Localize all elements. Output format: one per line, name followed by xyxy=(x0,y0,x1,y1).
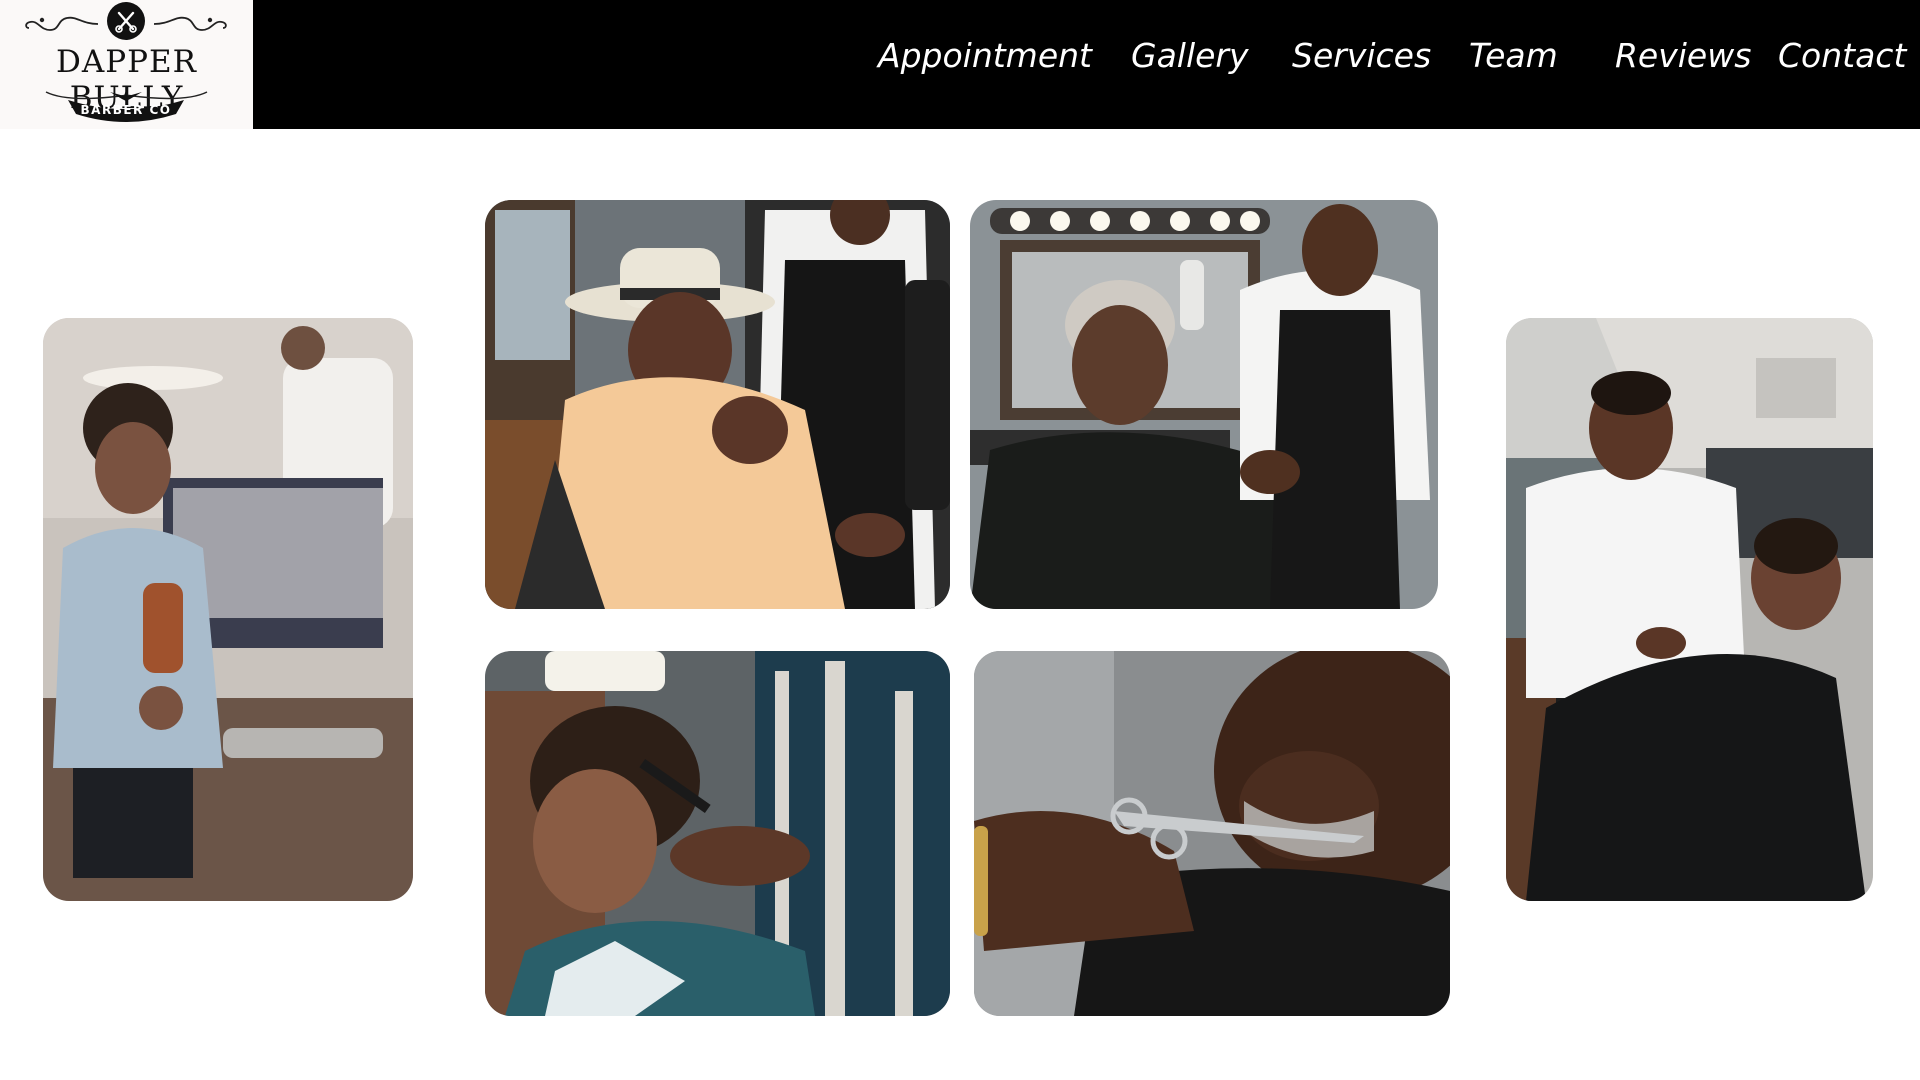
nav-reviews[interactable]: Reviews xyxy=(1615,36,1751,75)
photo-barber-spraying-hair[interactable] xyxy=(970,200,1438,609)
nav-services[interactable]: Services xyxy=(1292,36,1431,75)
photo-image xyxy=(1506,318,1873,901)
nav-contact[interactable]: Contact xyxy=(1778,36,1906,75)
scissors-emblem-icon xyxy=(107,2,145,40)
photo-man-in-fedora[interactable] xyxy=(485,200,950,609)
brand-logo[interactable]: DAPPER BULLY BARBER CO xyxy=(0,0,253,129)
brand-tagline: BARBER CO xyxy=(80,103,172,117)
ornament-swirl-right xyxy=(153,16,227,31)
photo-boy-holding-brush[interactable] xyxy=(43,318,413,901)
photo-barber-with-boy[interactable] xyxy=(1506,318,1873,901)
photo-image xyxy=(485,200,950,609)
nav-gallery[interactable]: Gallery xyxy=(1131,36,1249,75)
photo-image xyxy=(974,651,1450,1016)
ornament-swirl-left xyxy=(25,16,99,31)
photo-comb-haircut[interactable] xyxy=(485,651,950,1016)
photo-beard-trim[interactable] xyxy=(974,651,1450,1016)
photo-image xyxy=(485,651,950,1016)
photo-image xyxy=(43,318,413,901)
site-header: DAPPER BULLY BARBER CO Appointment Galle… xyxy=(0,0,1920,129)
nav-team[interactable]: Team xyxy=(1469,36,1558,75)
photo-image xyxy=(970,200,1438,609)
nav-appointment[interactable]: Appointment xyxy=(878,36,1092,75)
